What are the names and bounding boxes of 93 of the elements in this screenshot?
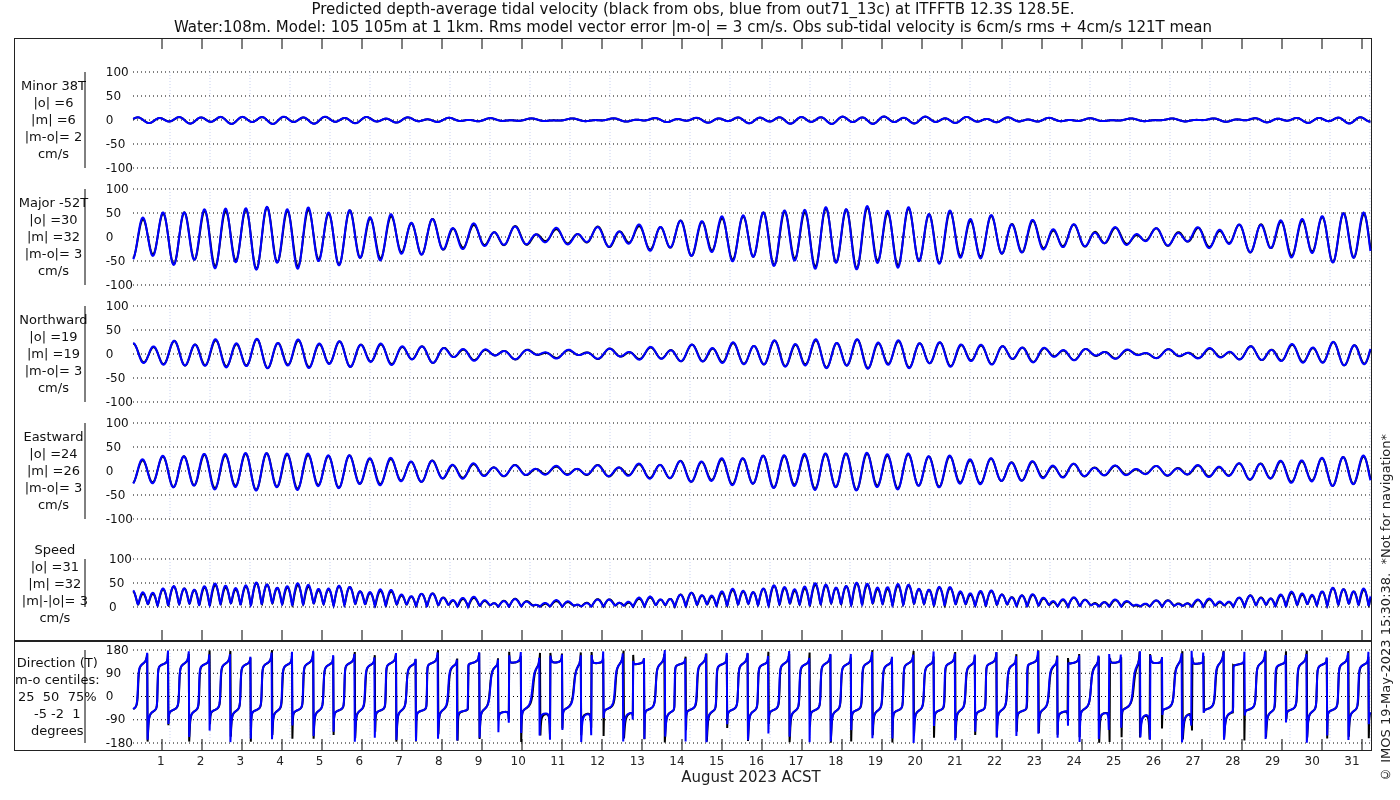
day-label: 7 [394, 754, 404, 768]
tick-label: -100 [105, 394, 133, 409]
stat-line: |o| =30 [29, 211, 78, 228]
tick-label: 90 [105, 665, 123, 680]
stat-line: |m| =32 [26, 228, 80, 245]
day-label: 23 [1025, 754, 1043, 768]
day-label: 9 [473, 754, 484, 768]
tick-label: 0 [105, 229, 115, 244]
tick-label: -100 [105, 277, 133, 292]
tick-label: -90 [105, 712, 127, 727]
day-label: 1 [156, 754, 166, 768]
day-label: 4 [275, 754, 285, 768]
tick-label: 100 [105, 298, 130, 313]
day-label: 19 [866, 754, 885, 768]
stat-line: |o| =19 [29, 328, 78, 345]
stat-line: cm/s [37, 496, 69, 513]
stat-line: |o| =31 [30, 557, 79, 575]
tick-label: -100 [105, 160, 133, 175]
tick-label: 50 [105, 439, 123, 454]
stat-line: degrees [31, 721, 84, 739]
tick-label: 0 [105, 112, 115, 127]
tick-label: 100 [105, 181, 130, 196]
stat-line: cm/s [37, 262, 69, 279]
tick-label: -180 [105, 735, 133, 750]
tick-label: 0 [105, 346, 115, 361]
stat-line: |o| =24 [29, 445, 78, 462]
day-label: 8 [433, 754, 444, 768]
day-label: 13 [628, 754, 646, 768]
tick-label: 0 [105, 463, 115, 478]
stat-line: m-o centiles: [15, 670, 100, 688]
chart-subtitle: Water:108m. Model: 105 105m at 1 1km. Rms model vector error |m-o| = 3 cm/s. Obs sub-tidal velocity is 6cm/s rms + 4cm/s 121T mean [173, 18, 1213, 36]
tick-label: -100 [105, 511, 133, 526]
day-label: 6 [354, 754, 365, 768]
day-label: 3 [235, 754, 246, 768]
day-label: 20 [906, 754, 924, 768]
panel-title: Major -52T [18, 194, 89, 211]
day-label: 22 [985, 754, 1004, 768]
panel-title: Speed [34, 540, 76, 558]
day-label: 21 [946, 754, 964, 768]
stat-line: cm/s [37, 379, 69, 396]
panel-title: Minor 38T [20, 77, 86, 94]
panel-title: Northward [19, 311, 88, 328]
day-label: 31 [1343, 754, 1361, 768]
stat-line: |m-o|= 3 [24, 362, 83, 379]
tick-label: 100 [109, 552, 133, 566]
day-label: 14 [668, 754, 686, 768]
panel-title: Direction (T) [16, 653, 98, 671]
tick-label: -50 [105, 253, 127, 268]
day-label: 2 [195, 754, 206, 768]
stat-line: |m| =32 [28, 574, 82, 592]
day-label: 28 [1224, 754, 1242, 768]
tick-label: 100 [105, 64, 130, 79]
day-label: 18 [827, 754, 845, 768]
stat-line: |m| =26 [26, 462, 80, 479]
chart-title: Predicted depth-average tidal velocity (black from obs, blue from out71_13c) at ITFFTB 12.3S 128.5E. [311, 0, 1075, 18]
stat-line: |m-o|= 3 [24, 245, 83, 262]
day-label: 10 [509, 754, 527, 768]
axis-title: August 2023 ACST [681, 768, 821, 786]
tick-label: 50 [109, 576, 126, 590]
day-label: 17 [787, 754, 805, 768]
tick-label: 100 [105, 415, 130, 430]
day-label: 15 [708, 754, 726, 768]
tick-label: -50 [105, 487, 127, 502]
tick-label: -50 [105, 136, 127, 151]
stat-line: cm/s [37, 145, 69, 162]
stat-line: |m|-|o|= 3 [21, 591, 88, 609]
stat-line: cm/s [39, 608, 71, 626]
day-label: 27 [1184, 754, 1202, 768]
copyright-note: © IMOS 19-May-2023 15:30:38. *Not for navigation* [1378, 434, 1394, 782]
stat-line: -5 -2 1 [33, 704, 81, 722]
panel-title: Eastward [23, 428, 84, 445]
tick-label: 50 [105, 205, 123, 220]
day-label: 16 [747, 754, 766, 768]
day-label: 30 [1303, 754, 1321, 768]
day-label: 5 [314, 754, 325, 768]
day-label: 12 [588, 754, 607, 768]
stat-line: |m| =6 [31, 111, 76, 128]
tick-label: 0 [105, 689, 115, 703]
stat-line: |o| =6 [33, 94, 74, 111]
stat-line: 25 50 75% [18, 687, 97, 705]
tick-label: 50 [105, 322, 123, 337]
stat-line: |m-o|= 2 [24, 128, 83, 145]
stat-line: |m| =19 [26, 345, 80, 362]
day-label: 29 [1263, 754, 1282, 768]
day-label: 11 [549, 754, 567, 768]
tick-label: -50 [105, 370, 127, 385]
stat-line: |m-o|= 3 [24, 479, 83, 496]
tick-label: 50 [105, 88, 123, 103]
tick-label: 180 [105, 642, 130, 657]
day-label: 25 [1105, 754, 1123, 768]
tick-label: 0 [109, 600, 118, 614]
day-label: 26 [1144, 754, 1163, 768]
day-label: 24 [1065, 754, 1083, 768]
